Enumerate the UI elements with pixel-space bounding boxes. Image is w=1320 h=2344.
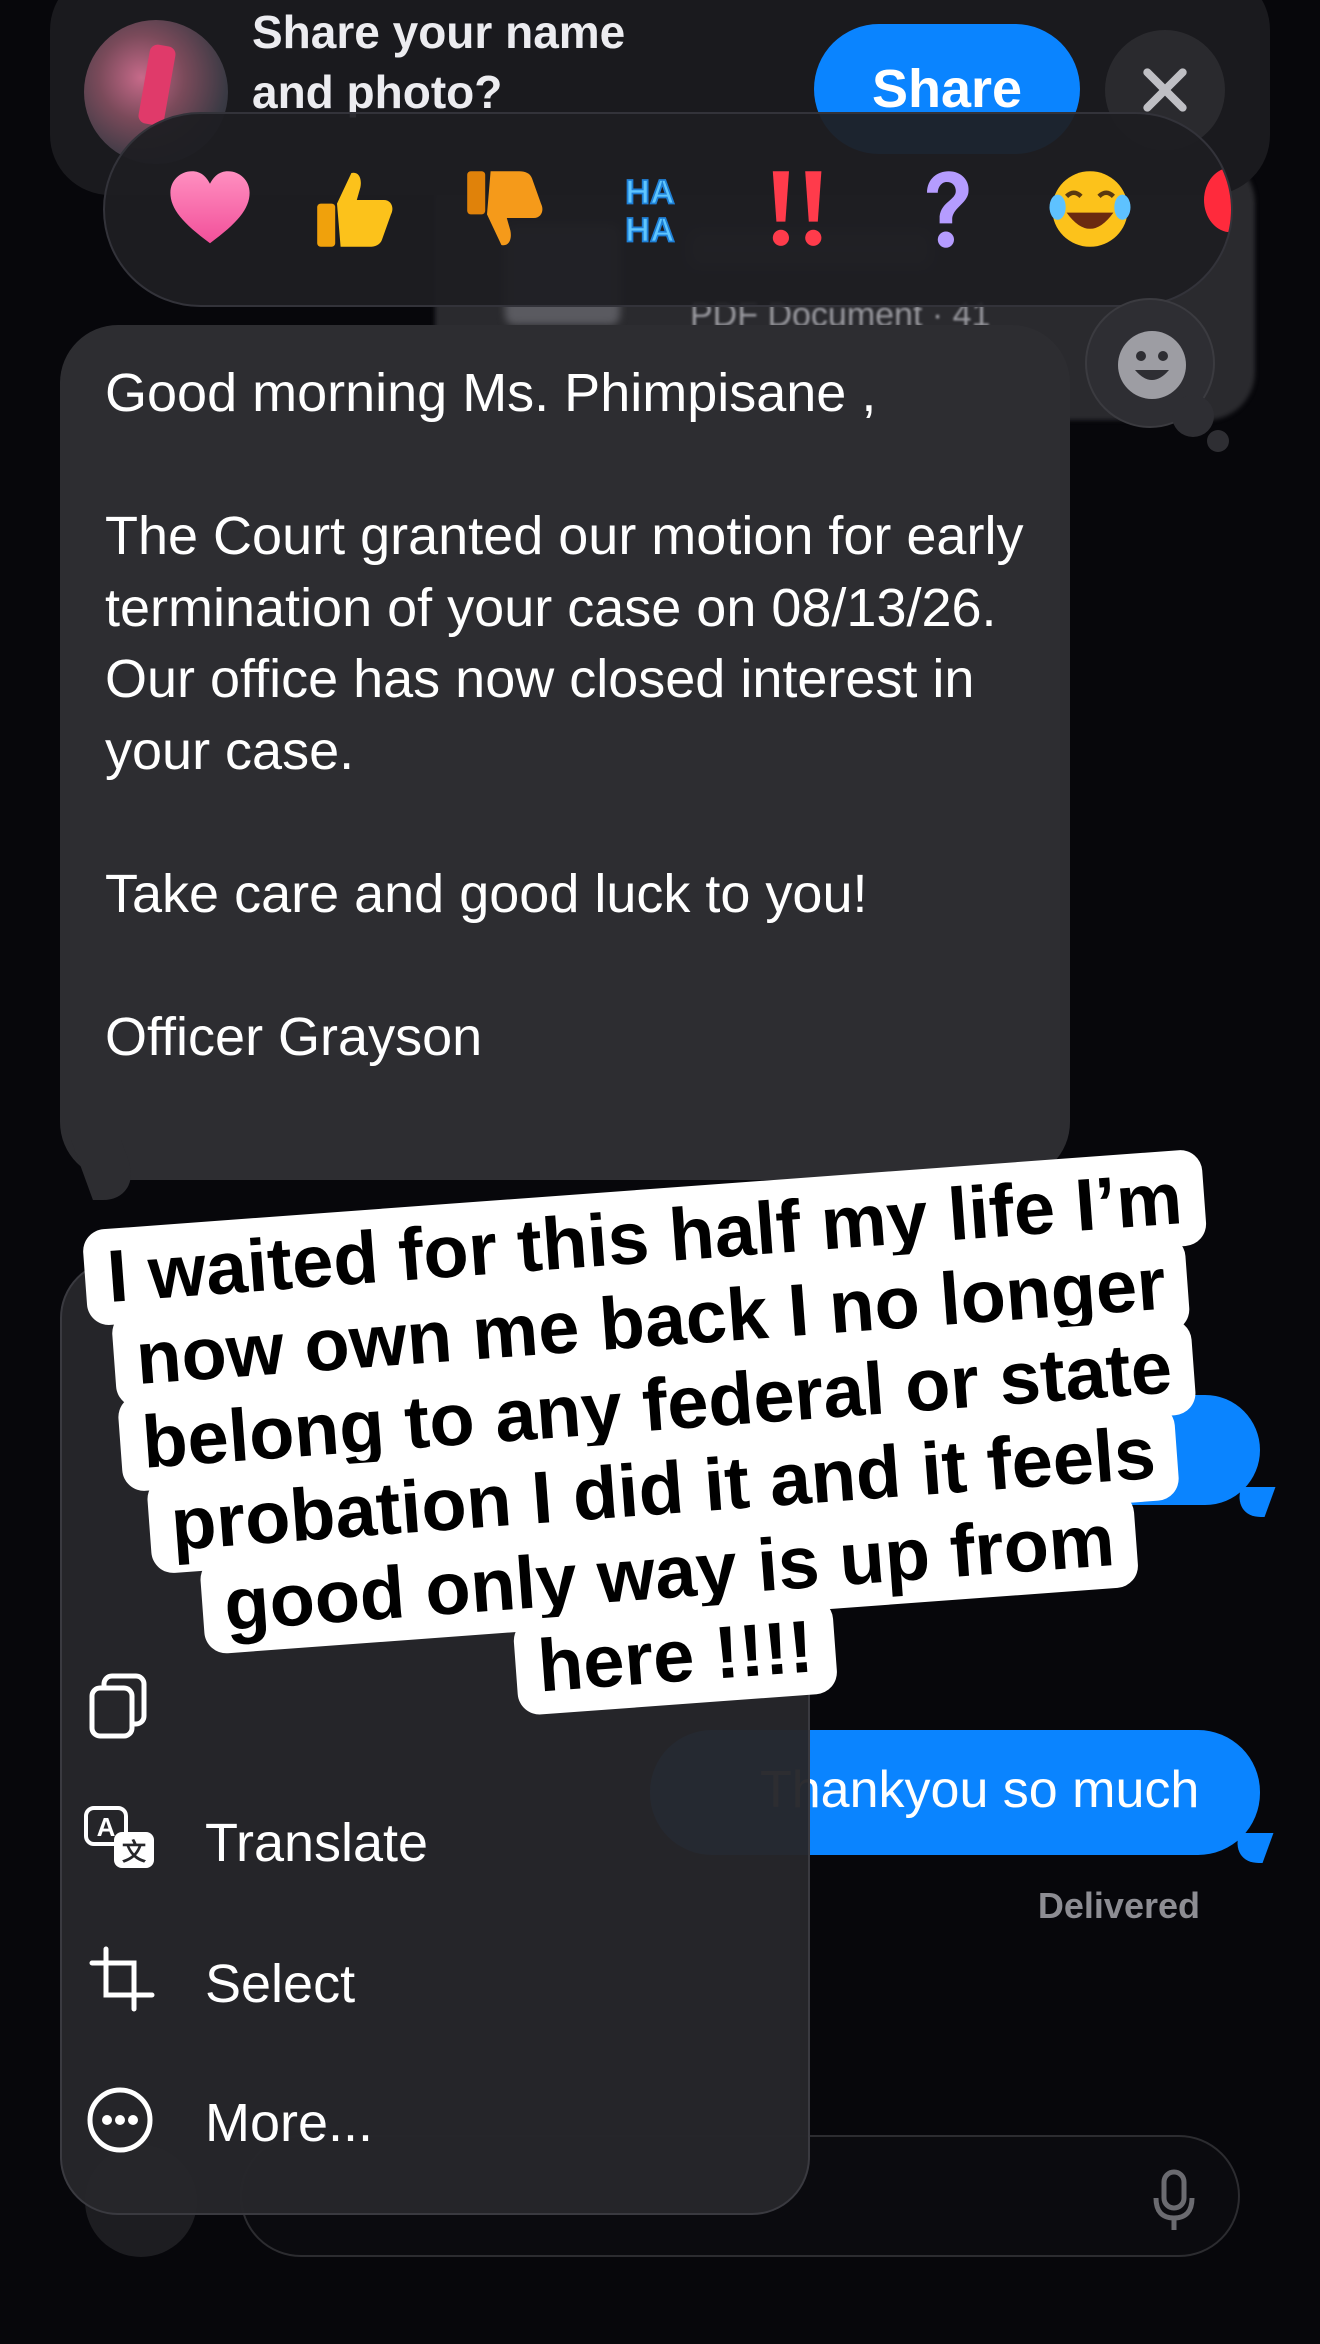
menu-item-label: More... bbox=[205, 2093, 374, 2153]
balloon-icon[interactable] bbox=[1185, 154, 1231, 264]
menu-item-translate[interactable]: A 文 Translate bbox=[0, 1774, 750, 1904]
crop-select-icon bbox=[89, 1946, 155, 2012]
ellipsis-circle-icon bbox=[87, 2087, 153, 2153]
svg-text:HA: HA bbox=[625, 174, 674, 212]
message-text: Good morning Ms. Phimpisane , The Court … bbox=[105, 363, 1024, 1067]
haha-icon[interactable]: HA HA bbox=[595, 154, 705, 264]
emphasize-icon[interactable] bbox=[743, 154, 853, 264]
thumbs-down-icon[interactable] bbox=[450, 154, 560, 264]
microphone-icon[interactable] bbox=[1150, 2168, 1198, 2232]
sent-reply-text: Thankyou so much bbox=[760, 1761, 1200, 1819]
svg-text:HA: HA bbox=[625, 211, 674, 249]
menu-item-select[interactable]: Select bbox=[0, 1915, 750, 2045]
emoji-button-tail-dot bbox=[1207, 430, 1229, 452]
svg-text:A: A bbox=[97, 1812, 116, 1842]
tapback-bar: HA HA bbox=[103, 112, 1233, 307]
caption-overlay: I waited for this half my life I’m now o… bbox=[43, 1148, 1277, 1743]
heart-icon[interactable] bbox=[155, 154, 265, 264]
laughing-emoji-icon[interactable] bbox=[1035, 154, 1145, 264]
delivered-status: Delivered bbox=[1037, 1885, 1200, 1926]
question-icon[interactable] bbox=[890, 154, 1000, 264]
translate-icon: A 文 bbox=[84, 1806, 154, 1868]
emoji-button-tail bbox=[1172, 395, 1214, 437]
share-prompt-text: Share your name and photo? bbox=[252, 6, 626, 118]
svg-text:文: 文 bbox=[122, 1838, 147, 1866]
thumbs-up-icon[interactable] bbox=[300, 154, 410, 264]
menu-item-label: Translate bbox=[205, 1813, 429, 1873]
menu-item-more[interactable]: More... bbox=[0, 2054, 750, 2184]
menu-item-label: Select bbox=[205, 1954, 356, 2014]
